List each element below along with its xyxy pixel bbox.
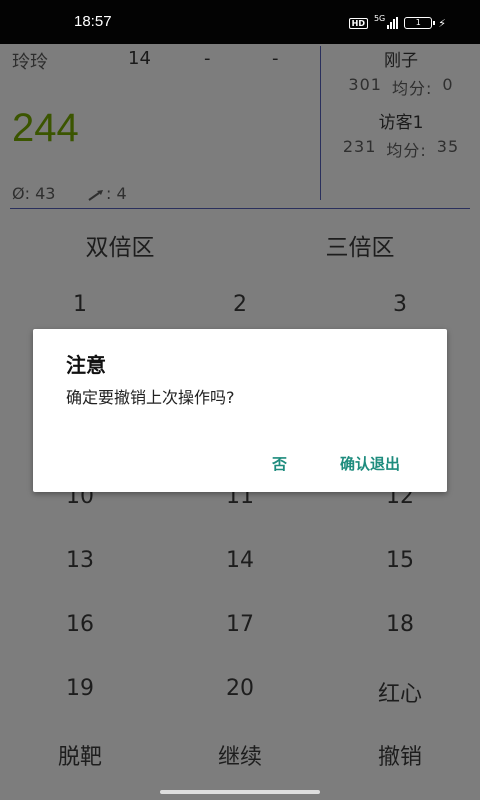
number-button-16[interactable]: 16 (0, 612, 160, 637)
triple-zone-button[interactable]: 三倍区 (240, 228, 480, 262)
number-button-15[interactable]: 15 (320, 548, 480, 573)
round-score-2: - (204, 48, 211, 69)
average-label: 均分: (386, 141, 427, 160)
other-player-score: 301 (348, 75, 382, 94)
other-player-name: 刚子 (384, 51, 418, 71)
other-player-score: 231 (342, 137, 377, 156)
number-button-20[interactable]: 20 (160, 676, 320, 701)
number-button-13[interactable]: 13 (0, 548, 160, 573)
confirm-dialog: 注意 确定要撤销上次操作吗? 否 确认退出 (33, 329, 447, 492)
status-time: 18:57 (74, 13, 112, 30)
number-button-19[interactable]: 19 (0, 676, 160, 701)
number-button-14[interactable]: 14 (160, 548, 320, 573)
number-button-1[interactable]: 1 (0, 292, 160, 317)
hd-icon: HD (348, 17, 368, 29)
average-stat: Ø: 43 (12, 184, 56, 203)
vertical-divider (320, 46, 321, 200)
darts-stat-value: : 4 (106, 184, 127, 203)
continue-button[interactable]: 继续 (160, 739, 320, 771)
double-zone-button[interactable]: 双倍区 (0, 228, 240, 262)
horizontal-divider (10, 208, 470, 209)
miss-button[interactable]: 脱靶 (0, 739, 160, 771)
other-player-name: 访客1 (378, 113, 424, 133)
status-bar: 18:57 HD 5G 1 ⚡ (0, 0, 480, 44)
battery-icon: 1 (404, 17, 436, 29)
darts-stat: : 4 (88, 184, 127, 203)
round-score-3: - (272, 48, 279, 69)
round-score-1: 14 (128, 48, 151, 69)
bullseye-button[interactable]: 红心 (320, 676, 480, 708)
current-player-name: 玲玲 (12, 52, 48, 73)
average-label: 均分: (391, 79, 433, 98)
charging-icon: ⚡ (438, 16, 446, 30)
dialog-confirm-exit-button[interactable]: 确认退出 (340, 453, 400, 474)
dialog-title: 注意 (66, 353, 106, 377)
number-button-3[interactable]: 3 (320, 292, 480, 317)
other-player-2: 访客1 231 均分: 35 (322, 108, 480, 161)
average-value: 35 (436, 137, 460, 156)
gesture-nav-bar[interactable] (160, 790, 320, 794)
dart-icon (88, 189, 103, 201)
dialog-no-button[interactable]: 否 (272, 453, 287, 474)
current-player-panel: 玲玲 14 - - 244 Ø: 43 : 4 (0, 44, 320, 209)
number-button-17[interactable]: 17 (160, 612, 320, 637)
other-player-1: 刚子 301 均分: 0 (322, 46, 480, 99)
number-button-18[interactable]: 18 (320, 612, 480, 637)
network-type-label: 5G (373, 13, 386, 23)
undo-button[interactable]: 撤销 (320, 739, 480, 771)
signal-icon (387, 17, 399, 29)
dialog-message: 确定要撤销上次操作吗? (66, 388, 235, 407)
status-icons: HD 5G 1 ⚡ (348, 13, 446, 32)
average-value: 0 (442, 75, 454, 94)
remaining-score: 244 (12, 106, 79, 150)
number-button-2[interactable]: 2 (160, 292, 320, 317)
